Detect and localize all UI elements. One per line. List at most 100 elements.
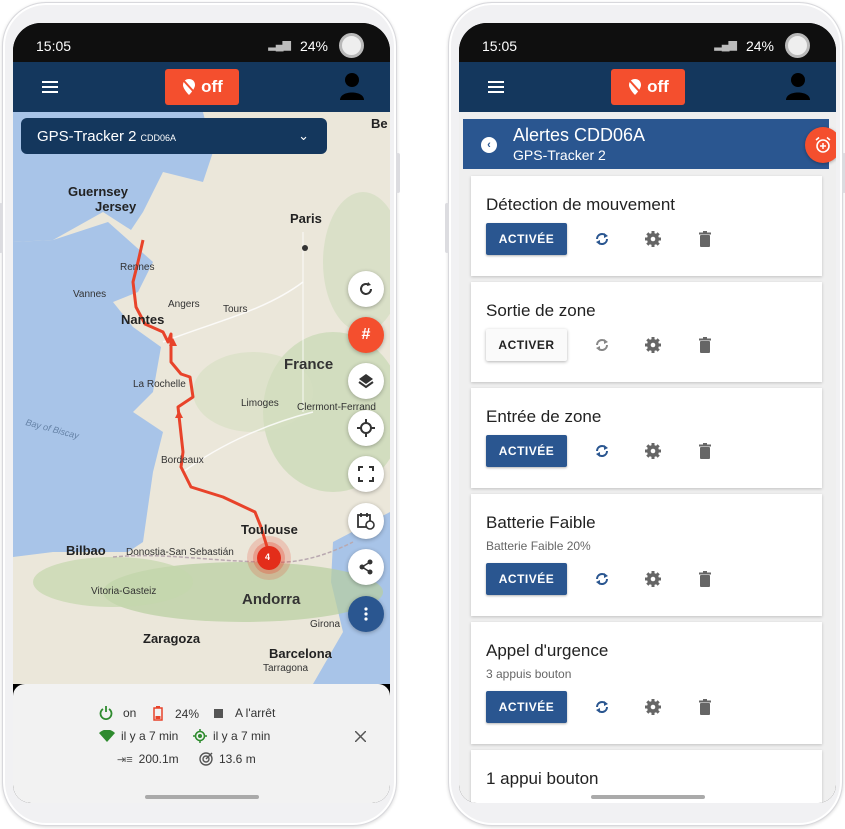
sync-icon[interactable]: [593, 698, 611, 716]
trash-icon[interactable]: [696, 698, 714, 716]
gear-icon[interactable]: [644, 442, 662, 460]
add-alarm-button[interactable]: [805, 127, 836, 163]
alert-title: Entrée de zone: [486, 407, 602, 426]
volume-button: [0, 203, 3, 253]
back-button[interactable]: ‹: [481, 137, 497, 153]
sync-icon[interactable]: [593, 570, 611, 588]
refresh-button[interactable]: [348, 271, 384, 307]
status-battery: 24%: [745, 38, 774, 54]
toggle-alert-button[interactable]: ACTIVÉE: [486, 223, 567, 255]
home-indicator[interactable]: [145, 795, 259, 799]
alerts-header: ‹ Alertes CDD06A GPS-Tracker 2: [463, 119, 836, 169]
location-off-icon: [629, 79, 642, 95]
map-label: Jersey: [95, 199, 137, 214]
left-phone-frame: 15:05 ▂▄▆ 24% off 4 Guernsey Jersey Pari…: [0, 2, 400, 826]
share-button[interactable]: [348, 549, 384, 585]
right-screen: 15:05 ▂▄▆ 24% off ‹ Alertes CDD06A GPS-T…: [459, 23, 836, 803]
sync-icon[interactable]: [593, 442, 611, 460]
alert-card-low-battery: Batterie Faible Batterie Faible 20% ACTI…: [471, 494, 822, 616]
map-label: Bordeaux: [161, 455, 204, 466]
signal-icon: ▂▄▆: [268, 39, 291, 51]
trash-icon[interactable]: [696, 230, 714, 248]
map-view[interactable]: 4 Guernsey Jersey Paris Rennes Vannes An…: [13, 112, 390, 684]
hash-icon: #: [361, 326, 371, 343]
toggle-alert-button[interactable]: ACTIVÉE: [486, 435, 567, 467]
map-label: Girona: [310, 619, 341, 630]
trash-icon[interactable]: [696, 442, 714, 460]
calendar-clock-icon: [357, 513, 375, 530]
map-label: Rennes: [120, 262, 155, 273]
off-label: off: [201, 77, 223, 96]
gps-status: il y a 7 min: [193, 729, 270, 743]
map-label: Tarragona: [263, 663, 309, 674]
location-off-icon: [183, 79, 196, 95]
layers-button[interactable]: [348, 363, 384, 399]
fullscreen-button[interactable]: [348, 456, 384, 492]
alert-card-emergency-call: Appel d'urgence 3 appuis bouton ACTIVÉE: [471, 622, 822, 744]
toggle-alert-button[interactable]: ACTIVÉE: [486, 563, 567, 595]
chevron-left-icon: ‹: [487, 139, 491, 151]
accuracy-status: 13.6 m: [199, 752, 256, 766]
network-status: il y a 7 min: [99, 729, 178, 743]
tracking-off-button[interactable]: off: [611, 69, 685, 105]
sync-icon[interactable]: [593, 230, 611, 248]
alerts-subtitle: GPS-Tracker 2: [513, 147, 606, 163]
map-label: Vannes: [73, 289, 107, 300]
locate-button[interactable]: [348, 410, 384, 446]
map-label: Paris: [290, 211, 322, 226]
gear-icon[interactable]: [644, 336, 662, 354]
toggle-alert-button[interactable]: ACTIVÉE: [486, 691, 567, 723]
alarm-add-icon: [815, 136, 831, 153]
map-label: Nantes: [121, 312, 165, 327]
gear-icon[interactable]: [644, 230, 662, 248]
close-icon[interactable]: [355, 731, 366, 742]
map-label: Angers: [168, 299, 200, 310]
map-label: La Rochelle: [133, 379, 186, 390]
map-label: Zaragoza: [143, 631, 201, 646]
app-bar: off: [459, 62, 836, 112]
home-indicator[interactable]: [591, 795, 705, 799]
app-bar: off: [13, 62, 390, 112]
alerts-page: ‹ Alertes CDD06A GPS-Tracker 2 Détection…: [459, 112, 836, 803]
map-label: Barcelona: [269, 646, 332, 661]
map-label: Guernsey: [68, 184, 128, 199]
hash-button[interactable]: #: [348, 317, 384, 353]
menu-icon[interactable]: [42, 81, 58, 93]
alert-title: Appel d'urgence: [486, 641, 609, 660]
gear-icon[interactable]: [644, 698, 662, 716]
trash-icon[interactable]: [696, 336, 714, 354]
tracker-id: CDD06A: [140, 132, 176, 143]
toggle-alert-button[interactable]: ACTIVER: [486, 329, 567, 361]
alert-card-motion: Détection de mouvement ACTIVÉE: [471, 176, 822, 276]
status-time: 15:05: [482, 38, 518, 54]
tracker-name: GPS-Tracker 2: [37, 127, 137, 145]
trash-icon[interactable]: [696, 570, 714, 588]
distance-status: ⇥≡ 200.1m: [117, 752, 179, 766]
more-button[interactable]: [348, 596, 384, 632]
account-icon[interactable]: [785, 72, 811, 100]
map-marker-count[interactable]: 4: [265, 552, 270, 562]
map-label: Limoges: [241, 398, 279, 409]
tracking-off-button[interactable]: off: [165, 69, 239, 105]
network-time: il y a 7 min: [121, 729, 179, 743]
chevron-down-icon: ⌄: [298, 128, 309, 143]
share-icon: [359, 559, 373, 575]
camera-hole: [785, 33, 810, 58]
motion-value: A l'arrêt: [235, 706, 276, 720]
alert-card-zone-exit: Sortie de zone ACTIVER: [471, 282, 822, 382]
history-button[interactable]: [348, 503, 384, 539]
menu-icon[interactable]: [488, 81, 504, 93]
account-icon[interactable]: [339, 72, 365, 100]
status-time: 15:05: [36, 38, 72, 54]
map-label: Be: [371, 116, 388, 131]
sync-icon[interactable]: [593, 336, 611, 354]
map-label: Vitoria-Gasteiz: [91, 586, 157, 597]
alert-card-zone-entry: Entrée de zone ACTIVÉE: [471, 388, 822, 488]
layers-icon: [358, 374, 374, 389]
more-vert-icon: [364, 607, 368, 621]
off-label: off: [647, 77, 669, 96]
tracker-selector[interactable]: GPS-Tracker 2 CDD06A ⌄: [21, 118, 327, 154]
map-label: Toulouse: [241, 522, 298, 537]
gear-icon[interactable]: [644, 570, 662, 588]
power-button: [396, 153, 400, 193]
